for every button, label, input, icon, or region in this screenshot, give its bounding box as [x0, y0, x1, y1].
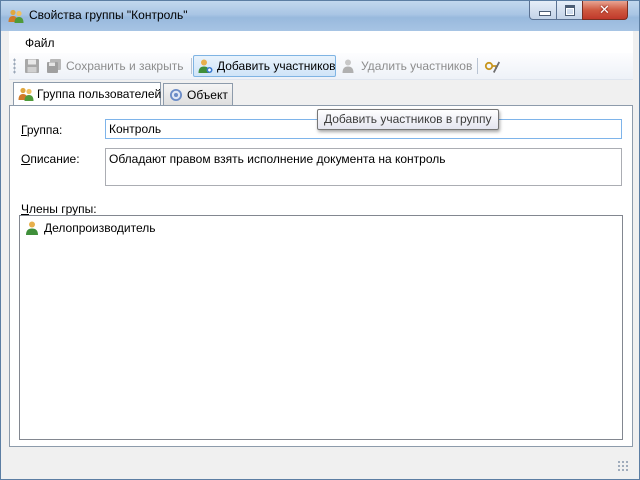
add-user-icon: [197, 58, 213, 74]
user-icon: [24, 220, 40, 236]
tab-user-group-label: Группа пользователей: [37, 87, 162, 101]
member-name: Делопроизводитель: [44, 221, 156, 235]
title-bar[interactable]: Свойства группы "Контроль" ✕: [1, 1, 639, 31]
minimize-button[interactable]: [529, 1, 557, 20]
key-pencil-icon: [484, 58, 500, 74]
users-group-icon: [18, 86, 34, 102]
save-and-close-button[interactable]: Сохранить и закрыть: [43, 55, 186, 77]
members-list[interactable]: Делопроизводитель: [19, 215, 623, 440]
description-label: Описание:: [21, 152, 80, 166]
list-item[interactable]: Делопроизводитель: [24, 220, 156, 236]
window-title: Свойства группы "Контроль": [29, 8, 188, 22]
tab-object[interactable]: Объект: [163, 83, 233, 105]
save-close-icon: [46, 58, 62, 74]
save-and-close-label: Сохранить и закрыть: [66, 59, 184, 73]
add-members-label: Добавить участников: [217, 59, 336, 73]
dialog-window: Свойства группы "Контроль" ✕ Файл Сохран…: [0, 0, 640, 480]
minimize-icon: [539, 11, 551, 16]
gear-icon: [168, 87, 184, 103]
users-group-icon: [8, 8, 24, 24]
menu-bar: Файл: [9, 31, 633, 53]
toolbar-separator: [191, 58, 192, 74]
remove-members-label: Удалить участников: [361, 59, 473, 73]
tooltip: Добавить участников в группу: [317, 109, 499, 130]
tab-user-group[interactable]: Группа пользователей: [13, 82, 161, 105]
close-icon: ✕: [599, 3, 610, 18]
edit-properties-button[interactable]: [481, 55, 507, 77]
group-label: Группа:: [21, 123, 63, 137]
status-bar: [9, 457, 633, 474]
toolbar-grip[interactable]: [13, 58, 16, 74]
remove-members-button[interactable]: Удалить участников: [338, 55, 475, 77]
remove-user-icon: [341, 58, 357, 74]
floppy-disk-icon: [24, 58, 40, 74]
add-members-button[interactable]: Добавить участников: [193, 55, 336, 77]
toolbar-separator: [477, 58, 478, 74]
toolbar: Сохранить и закрыть Добавить участников: [9, 53, 633, 80]
close-button[interactable]: ✕: [582, 1, 628, 20]
maximize-button[interactable]: [556, 1, 583, 20]
description-input[interactable]: Обладают правом взять исполнение докумен…: [105, 148, 622, 186]
resize-grip[interactable]: [617, 460, 629, 472]
menu-file[interactable]: Файл: [25, 36, 55, 50]
members-label: Члены групы:: [21, 202, 97, 216]
tab-object-label: Объект: [187, 87, 228, 102]
maximize-icon: [565, 5, 575, 16]
